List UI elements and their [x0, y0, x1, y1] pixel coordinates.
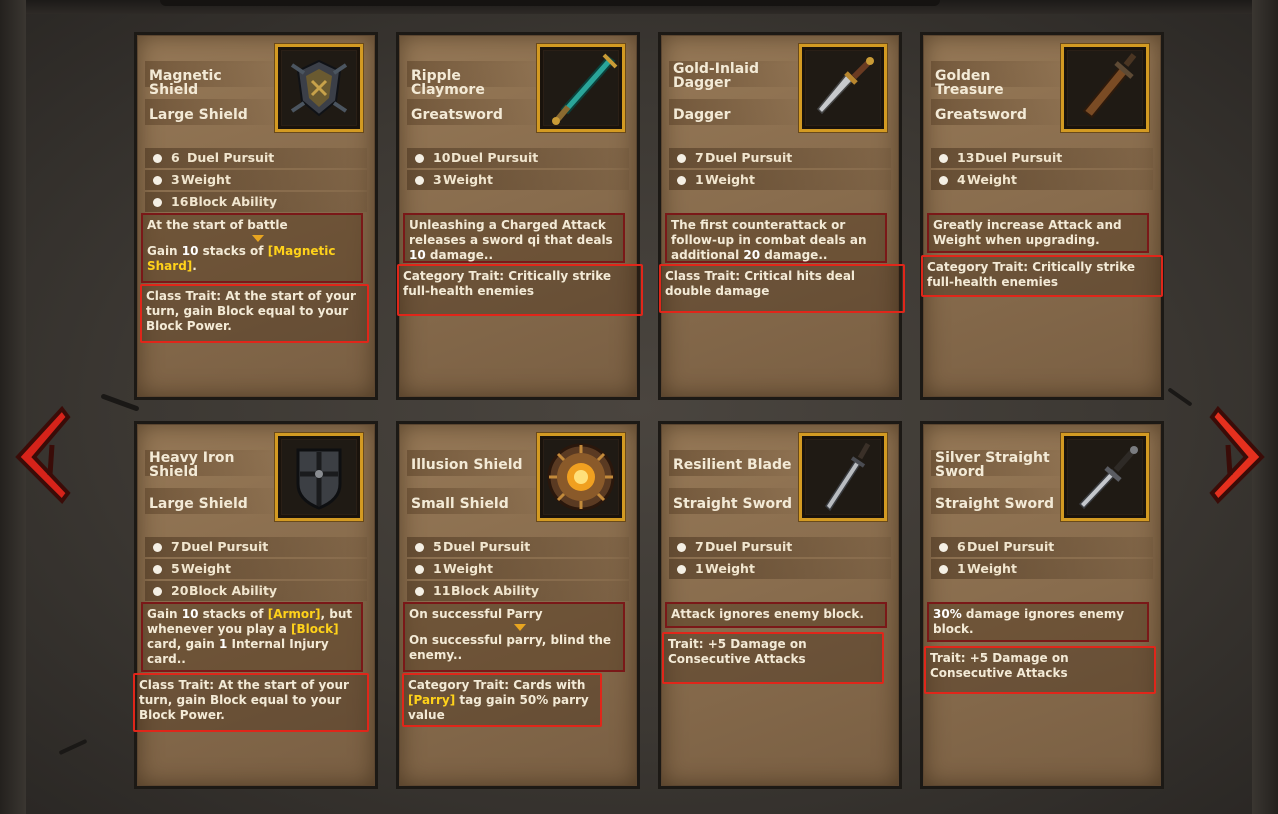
card-effect: Unleashing a Charged Attack releases a s… [403, 213, 625, 263]
card-heavy-iron-shield[interactable]: Heavy Iron Shield Large Shield 7 Duel Pur… [133, 421, 378, 789]
stat-duel-pursuit: 7 Duel Pursuit [669, 148, 891, 168]
magnetic-shield-icon [275, 44, 363, 132]
panel-frame-top [0, 0, 1278, 14]
card-illusion-shield[interactable]: Illusion Shield Small Shield 5 Duel Pursu… [396, 421, 640, 789]
card-weapon-type: Large Shield [149, 107, 248, 123]
next-page-button[interactable] [1208, 405, 1268, 505]
dagger-icon [799, 44, 887, 132]
stat-weight: 1 Weight [931, 559, 1153, 579]
card-effect: On successful Parry On successful parry,… [403, 602, 625, 672]
card-name: Silver Straight Sword [935, 450, 1050, 480]
claymore-icon [537, 44, 625, 132]
straight-sword-icon [799, 433, 887, 521]
reward-panel: Magnetic Shield Large Shield 6 Duel Pursu… [0, 0, 1278, 814]
card-effect: Gain 10 stacks of [Armor], but whenever … [141, 602, 363, 672]
card-name: Gold-Inlaid Dagger [673, 61, 759, 91]
card-weapon-type: Large Shield [149, 496, 248, 512]
card-weapon-type: Greatsword [411, 107, 503, 123]
card-trait: Category Trait: Cards with [Parry] tag g… [402, 673, 602, 727]
card-trait: Class Trait: At the start of your turn, … [140, 284, 369, 343]
stat-weight: 3 Weight [407, 170, 629, 190]
stat-block-ability: 16 Block Ability [145, 192, 367, 212]
card-weapon-type: Greatsword [935, 107, 1027, 123]
stat-weight: 1 Weight [669, 170, 891, 190]
card-golden-treasure[interactable]: Golden Treasure Greatsword 13 Duel Pursui… [920, 32, 1164, 400]
card-effect: The first counterattack or follow-up in … [665, 213, 887, 263]
card-name: Resilient Blade [673, 457, 792, 473]
stat-weight: 1 Weight [669, 559, 891, 579]
card-name: Illusion Shield [411, 457, 523, 473]
card-effect: Greatly increase Attack and Weight when … [927, 213, 1149, 253]
golden-greatsword-icon [1061, 44, 1149, 132]
card-weapon-type: Straight Sword [935, 496, 1055, 512]
card-resilient-blade[interactable]: Resilient Blade Straight Sword 7 Duel Pur… [658, 421, 902, 789]
card-trait: Category Trait: Critically strike full-h… [397, 264, 643, 316]
stat-duel-pursuit: 6 Duel Pursuit [931, 537, 1153, 557]
iron-shield-icon [275, 433, 363, 521]
stat-duel-pursuit: 6 Duel Pursuit [145, 148, 367, 168]
card-trait: Category Trait: Critically strike full-h… [921, 255, 1163, 297]
card-magnetic-shield[interactable]: Magnetic Shield Large Shield 6 Duel Pursu… [134, 32, 378, 400]
stat-block-ability: 20 Block Ability [145, 581, 367, 601]
chevron-left-icon [15, 405, 71, 505]
illusion-shield-icon [537, 433, 625, 521]
stat-block-ability: 11 Block Ability [407, 581, 629, 601]
stat-duel-pursuit: 10 Duel Pursuit [407, 148, 629, 168]
card-trait: Class Trait: Critical hits deal double d… [659, 264, 905, 313]
card-name: Golden Treasure [935, 68, 1004, 98]
stat-duel-pursuit: 13 Duel Pursuit [931, 148, 1153, 168]
silver-sword-icon [1061, 433, 1149, 521]
stat-weight: 3 Weight [145, 170, 367, 190]
stat-weight: 4 Weight [931, 170, 1153, 190]
card-name: Ripple Claymore [411, 68, 485, 98]
card-effect: 30% damage ignores enemy block. [927, 602, 1149, 642]
card-name: Magnetic Shield [149, 68, 222, 98]
card-trait: Trait: +5 Damage on Consecutive Attacks [924, 646, 1156, 694]
card-gold-inlaid-dagger[interactable]: Gold-Inlaid Dagger Dagger 7 Duel Pursuit … [658, 32, 905, 400]
card-effect: At the start of battle Gain 10 stacks of… [141, 213, 363, 283]
chevron-right-icon [1209, 405, 1265, 505]
card-name: Heavy Iron Shield [149, 450, 235, 480]
card-trait: Trait: +5 Damage on Consecutive Attacks [662, 632, 884, 684]
arrow-down-icon [252, 235, 264, 242]
stat-duel-pursuit: 5 Duel Pursuit [407, 537, 629, 557]
card-ripple-claymore[interactable]: Ripple Claymore Greatsword 10 Duel Pursui… [396, 32, 643, 400]
card-effect: Attack ignores enemy block. [665, 602, 887, 628]
card-weapon-type: Small Shield [411, 496, 509, 512]
stat-duel-pursuit: 7 Duel Pursuit [669, 537, 891, 557]
prev-page-button[interactable] [12, 405, 72, 505]
card-silver-straight-sword[interactable]: Silver Straight Sword Straight Sword 6 Du… [920, 421, 1164, 789]
card-weapon-type: Dagger [673, 107, 731, 123]
card-weapon-type: Straight Sword [673, 496, 793, 512]
arrow-down-icon [514, 624, 526, 631]
card-trait: Class Trait: At the start of your turn, … [133, 673, 369, 732]
stat-duel-pursuit: 7 Duel Pursuit [145, 537, 367, 557]
stat-weight: 1 Weight [407, 559, 629, 579]
stat-weight: 5 Weight [145, 559, 367, 579]
